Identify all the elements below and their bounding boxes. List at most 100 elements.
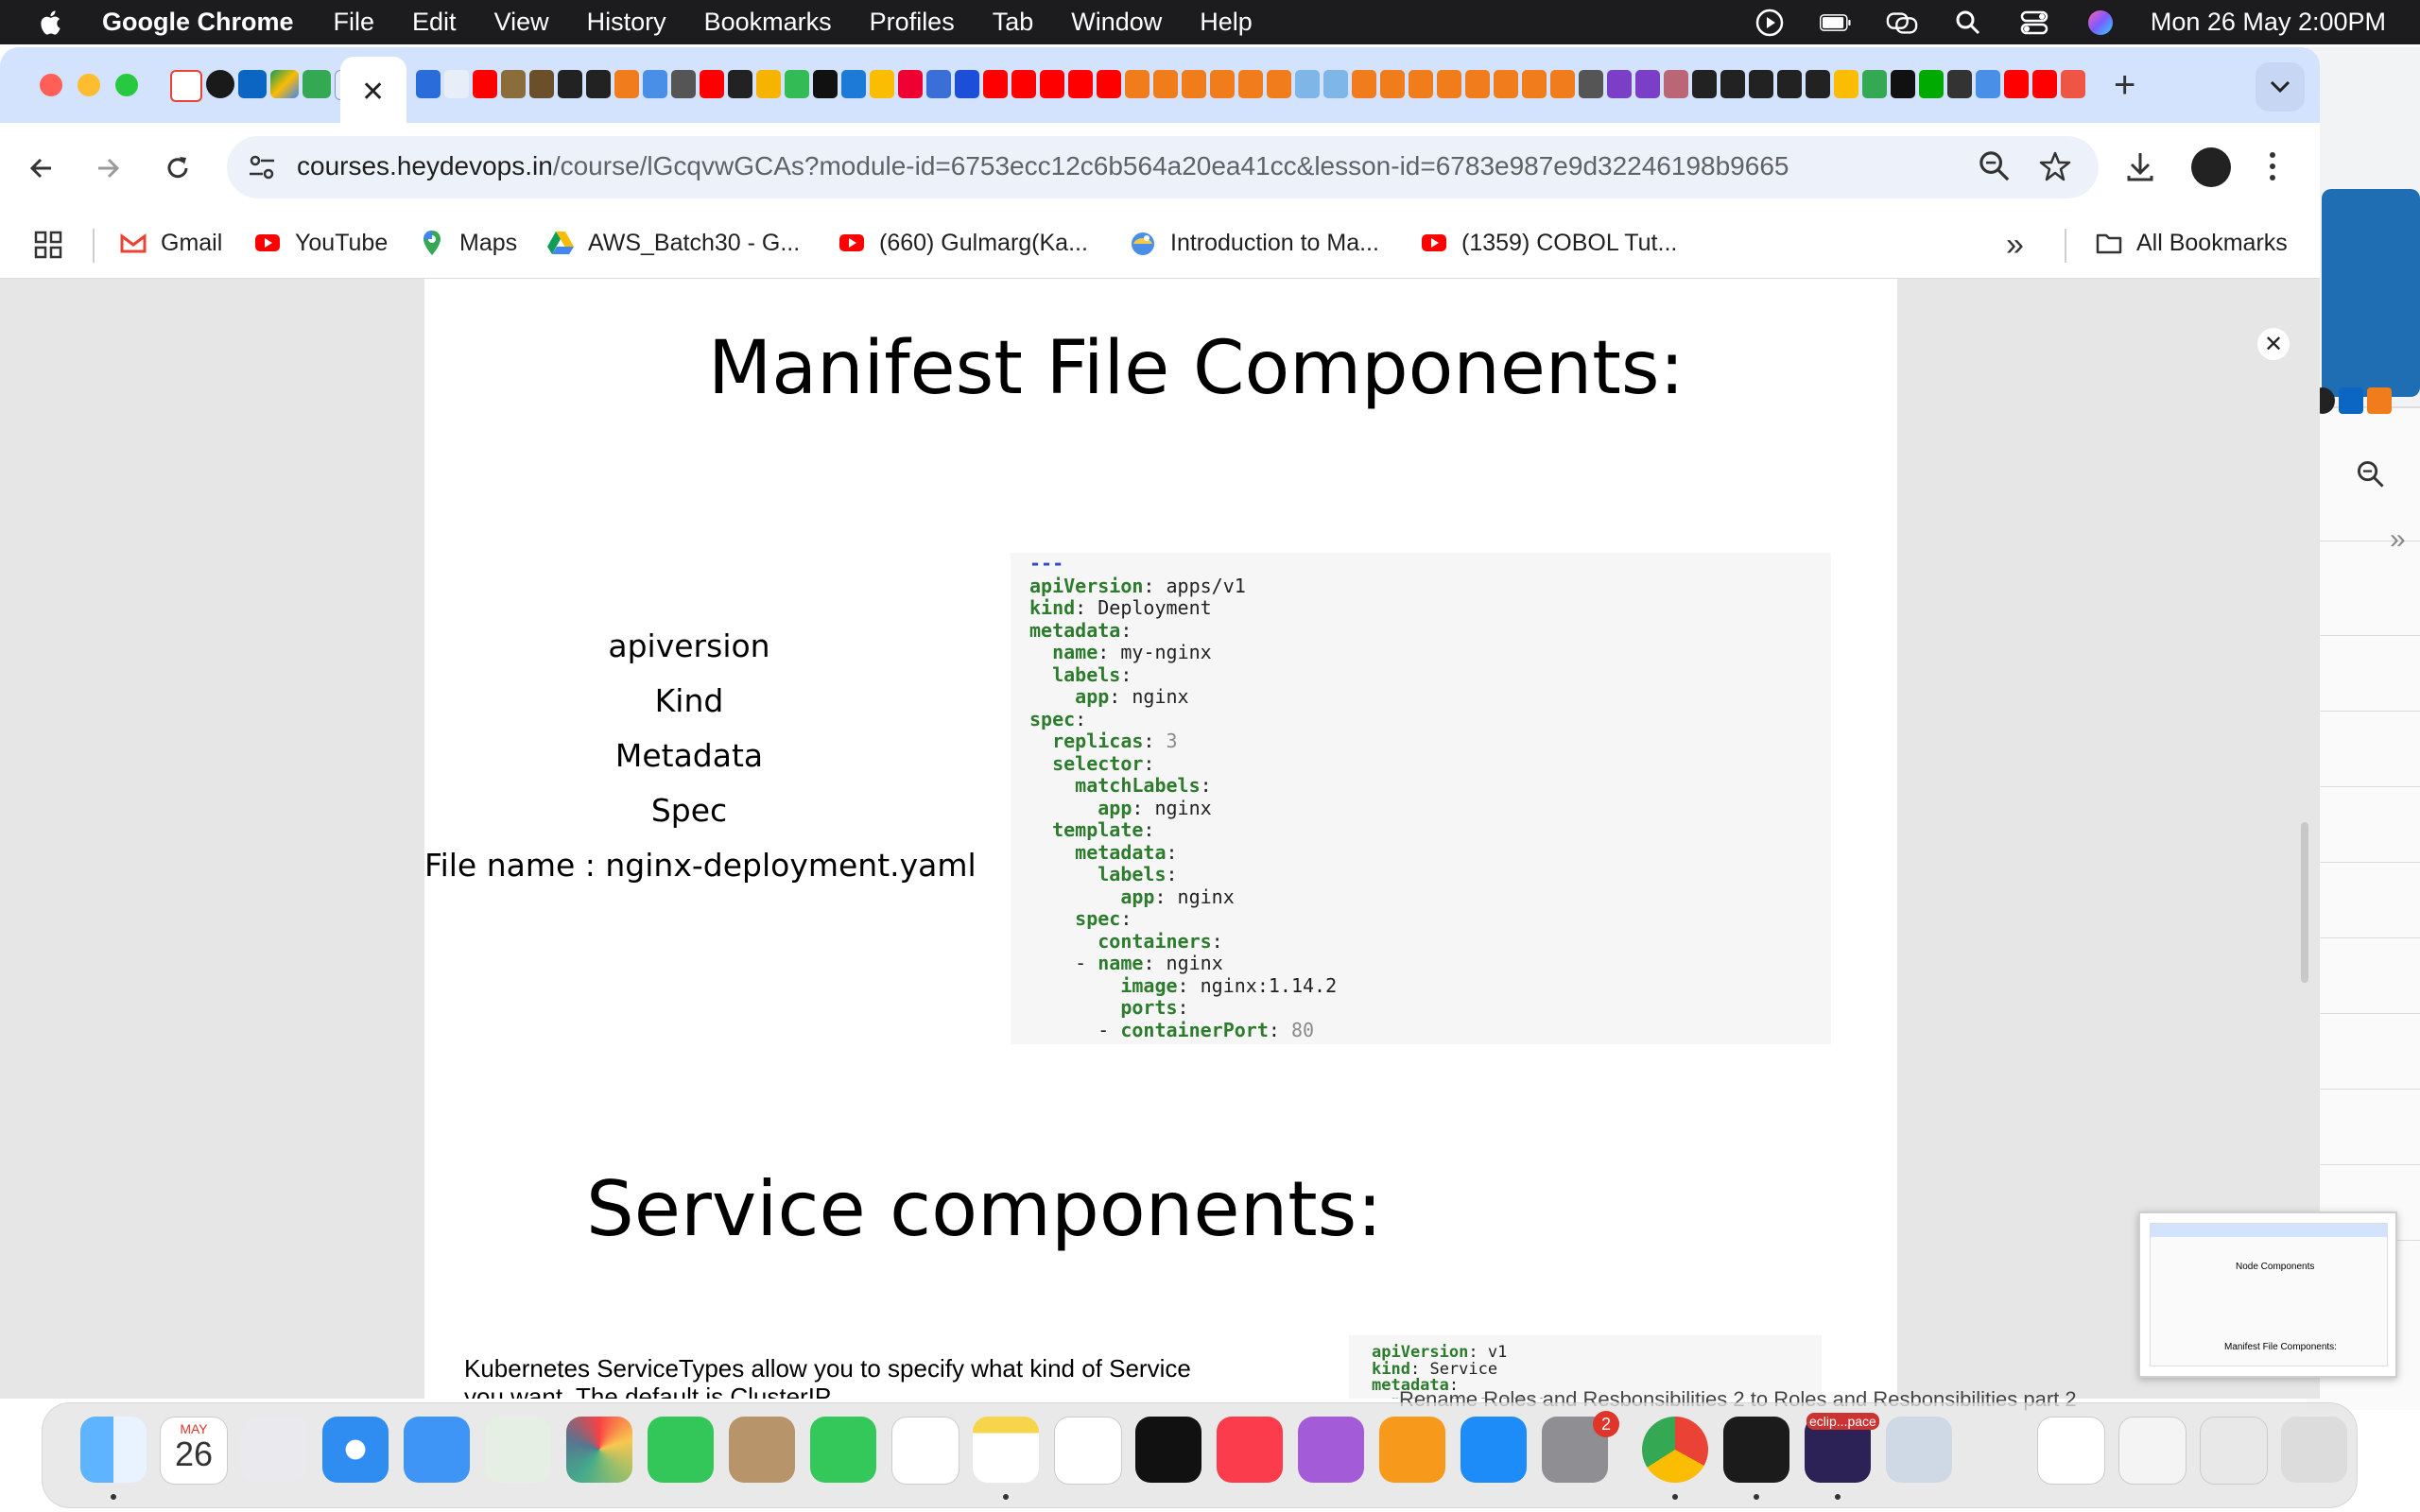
tab-favicon[interactable]: [1068, 70, 1093, 98]
tab-favicon[interactable]: [2061, 70, 2085, 98]
document-stack-icon[interactable]: [2037, 1417, 2105, 1485]
bookmark-aws-batch[interactable]: AWS_Batch30 - G...: [546, 229, 800, 257]
tab-favicon[interactable]: [983, 70, 1008, 98]
podcasts-icon[interactable]: [1298, 1417, 1364, 1483]
tab-favicon[interactable]: [1522, 70, 1547, 98]
tab-favicon[interactable]: [1579, 70, 1603, 98]
screenshot-stack-icon[interactable]: [2200, 1417, 2268, 1485]
close-viewer-button[interactable]: ✕: [2257, 328, 2290, 360]
music-icon[interactable]: [1217, 1417, 1283, 1483]
tab-favicon[interactable]: [2004, 70, 2029, 98]
maps-app-icon[interactable]: [485, 1417, 551, 1483]
menu-history[interactable]: History: [587, 8, 666, 37]
tab-favicon[interactable]: [558, 70, 582, 98]
apple-tv-icon[interactable]: [1135, 1417, 1201, 1483]
tab-favicon[interactable]: [841, 70, 866, 98]
tab-favicon[interactable]: [1720, 70, 1745, 98]
tab-favicon[interactable]: [1806, 70, 1830, 98]
reload-button[interactable]: [155, 146, 200, 191]
close-tab-icon[interactable]: ✕: [361, 76, 385, 109]
facetime-icon[interactable]: [648, 1417, 714, 1483]
menu-view[interactable]: View: [494, 8, 549, 37]
tab-favicon[interactable]: [1692, 70, 1717, 98]
eclipse-icon[interactable]: eclip...pace: [1805, 1413, 1879, 1483]
address-bar[interactable]: courses.heydevops.in/course/lGcqvwGCAs?m…: [227, 136, 2099, 198]
menu-bar-clock[interactable]: Mon 26 May 2:00PM: [2151, 8, 2386, 37]
tab-favicon[interactable]: [1210, 70, 1235, 98]
tab-favicon[interactable]: [1919, 70, 1944, 98]
calendar-icon[interactable]: MAY 26: [160, 1417, 228, 1485]
tab-favicon[interactable]: [1380, 70, 1405, 98]
bookmark-gmail[interactable]: Gmail: [119, 229, 222, 257]
tab-drive-icon[interactable]: [270, 70, 299, 98]
tab-favicon[interactable]: [756, 70, 781, 98]
safari-icon[interactable]: [322, 1417, 389, 1483]
menu-window[interactable]: Window: [1071, 8, 1162, 37]
tab-favicon[interactable]: [1635, 70, 1660, 98]
preview-icon[interactable]: [1886, 1417, 1952, 1483]
tab-favicon[interactable]: [728, 70, 752, 98]
tab-favicon[interactable]: [444, 70, 469, 98]
tab-favicon[interactable]: [671, 70, 696, 98]
tab-favicon[interactable]: [1153, 70, 1178, 98]
pages-icon[interactable]: [1379, 1417, 1445, 1483]
menu-tab[interactable]: Tab: [993, 8, 1034, 37]
all-bookmarks-button[interactable]: All Bookmarks: [2095, 229, 2288, 257]
tab-favicon[interactable]: [813, 70, 838, 98]
menu-file[interactable]: File: [334, 8, 375, 37]
url-text[interactable]: courses.heydevops.in/course/lGcqvwGCAs?m…: [297, 151, 1789, 181]
fullscreen-window-button[interactable]: [115, 74, 138, 96]
tab-favicon[interactable]: [1550, 70, 1575, 98]
tab-favicon[interactable]: [1409, 70, 1433, 98]
screen-mirroring-icon[interactable]: [1886, 7, 1918, 39]
new-tab-button[interactable]: +: [2114, 64, 2135, 107]
tab-favicon[interactable]: [1494, 70, 1518, 98]
tab-favicon[interactable]: [926, 70, 951, 98]
apps-grid-icon[interactable]: [34, 231, 62, 259]
photos-icon[interactable]: [566, 1417, 632, 1483]
tab-favicon[interactable]: [1891, 70, 1915, 98]
tab-favicon[interactable]: [416, 70, 441, 98]
tab-favicon[interactable]: [870, 70, 894, 98]
tab-favicon[interactable]: [700, 70, 724, 98]
tab-favicon[interactable]: [2032, 70, 2057, 98]
tab-favicon[interactable]: [955, 70, 979, 98]
tab-favicon[interactable]: [1862, 70, 1887, 98]
tab-favicon[interactable]: [1777, 70, 1802, 98]
mail-icon[interactable]: [404, 1417, 470, 1483]
bookmark-youtube[interactable]: YouTube: [253, 229, 388, 257]
tab-favicon[interactable]: [1011, 70, 1036, 98]
contacts-icon[interactable]: [729, 1417, 795, 1483]
battery-icon[interactable]: [1819, 7, 1852, 39]
freeform-icon[interactable]: [1054, 1417, 1122, 1485]
active-tab[interactable]: ✕: [340, 57, 406, 123]
tab-favicon[interactable]: [529, 70, 554, 98]
tab-favicon[interactable]: [586, 70, 611, 98]
tab-favicon[interactable]: [1437, 70, 1461, 98]
tab-plus-icon[interactable]: [302, 70, 331, 98]
chrome-icon[interactable]: [1642, 1417, 1708, 1483]
active-app-name[interactable]: Google Chrome: [102, 8, 294, 37]
menu-profiles[interactable]: Profiles: [870, 8, 955, 37]
control-center-icon[interactable]: [2018, 7, 2050, 39]
menu-edit[interactable]: Edit: [412, 8, 457, 37]
notes-icon[interactable]: [973, 1417, 1039, 1483]
chevron-right-icon[interactable]: »: [2390, 524, 2406, 556]
zoom-icon[interactable]: [2356, 459, 2386, 490]
bookmark-cobol[interactable]: (1359) COBOL Tut...: [1420, 229, 1677, 257]
tab-favicon[interactable]: [1749, 70, 1773, 98]
tab-favicon[interactable]: [1323, 70, 1348, 98]
tab-favicon[interactable]: [1352, 70, 1376, 98]
tab-favicon[interactable]: [1465, 70, 1490, 98]
zoom-out-icon[interactable]: [1978, 149, 2012, 183]
tab-favicon[interactable]: [898, 70, 923, 98]
minimize-window-button[interactable]: [78, 74, 100, 96]
tab-favicon[interactable]: [1238, 70, 1263, 98]
tab-favicon[interactable]: [1976, 70, 2000, 98]
scrollbar[interactable]: [2301, 822, 2308, 983]
back-button[interactable]: [19, 146, 64, 191]
launchpad-icon[interactable]: [241, 1417, 307, 1483]
tab-favicon[interactable]: [643, 70, 667, 98]
tab-favicon[interactable]: [1125, 70, 1150, 98]
more-menu-icon[interactable]: [2265, 147, 2280, 185]
